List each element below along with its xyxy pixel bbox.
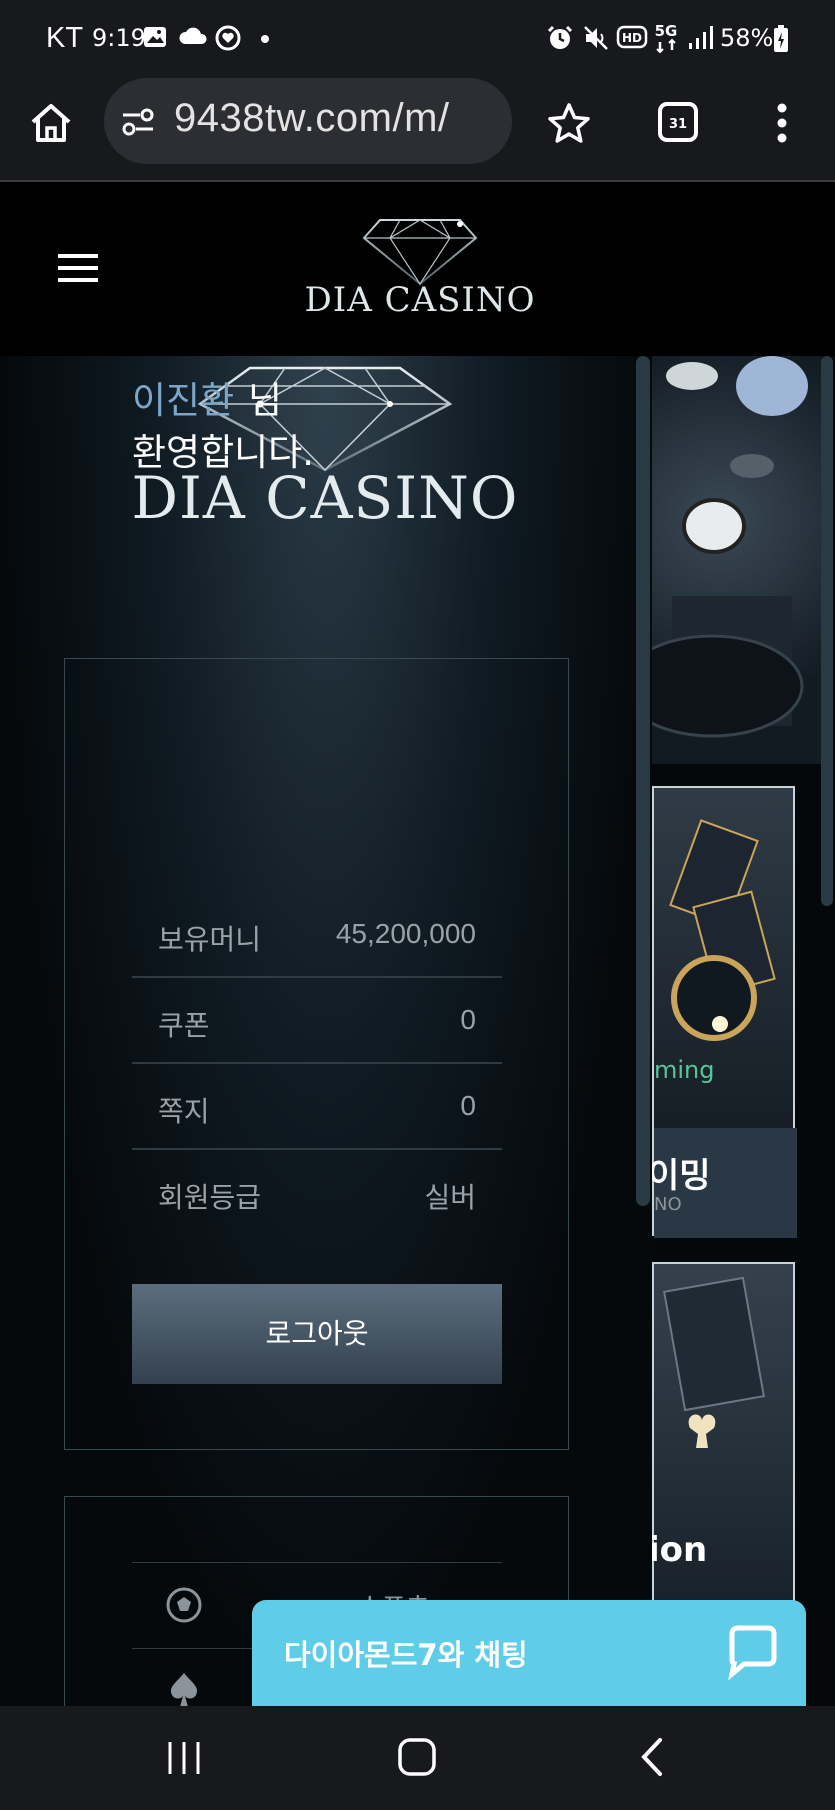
back-icon[interactable] bbox=[636, 1736, 666, 1778]
network-5g-icon: 5G bbox=[655, 22, 678, 54]
chat-label: 다이아몬드7와 채팅 bbox=[284, 1638, 528, 1672]
hd-icon: HD bbox=[616, 25, 648, 49]
carrier-label: KT bbox=[46, 22, 84, 54]
alarm-icon bbox=[547, 25, 573, 49]
more-menu-icon[interactable] bbox=[770, 100, 794, 146]
url-text[interactable]: 9438tw.com/m/ bbox=[174, 96, 450, 141]
svg-text:5G: 5G bbox=[655, 22, 678, 40]
logout-button[interactable]: 로그아웃 bbox=[132, 1284, 502, 1384]
page-scrollbar[interactable] bbox=[821, 356, 833, 906]
user-name-suffix: 님 bbox=[248, 379, 283, 422]
browser-toolbar: 9438tw.com/m/ 31 bbox=[0, 78, 835, 182]
sync-heart-icon bbox=[215, 25, 241, 51]
level-value: 실버 bbox=[424, 1182, 476, 1213]
info-row-messages[interactable]: 쪽지 0 bbox=[132, 1064, 502, 1150]
battery-charging-icon bbox=[774, 25, 788, 52]
header-logo-text: DIA CASINO bbox=[304, 280, 536, 320]
home-icon[interactable] bbox=[28, 100, 74, 146]
level-label: 회원등급 bbox=[158, 1181, 262, 1214]
promo-banner-image bbox=[652, 356, 822, 764]
site-settings-icon[interactable] bbox=[120, 104, 156, 140]
game-card-2-title: ion bbox=[652, 1530, 708, 1570]
tabs-switcher-icon[interactable]: 31 bbox=[656, 100, 700, 144]
hamburger-menu-icon[interactable] bbox=[56, 250, 100, 286]
gallery-icon bbox=[144, 27, 166, 47]
bookmark-star-icon[interactable] bbox=[546, 100, 592, 146]
casino-chips-icon bbox=[652, 356, 808, 738]
game-card-1-title: 이밍 bbox=[652, 1156, 711, 1196]
battery-percent: 58% bbox=[720, 24, 774, 52]
info-row-coupon: 쿠폰 0 bbox=[132, 978, 502, 1064]
panel-scrollbar[interactable] bbox=[636, 356, 650, 1206]
system-navigation-bar bbox=[0, 1706, 835, 1810]
chat-bubble-icon bbox=[728, 1625, 777, 1680]
home-button-icon[interactable] bbox=[396, 1736, 438, 1778]
welcome-message: 환영합니다. bbox=[132, 431, 314, 474]
messages-label: 쪽지 bbox=[158, 1095, 210, 1128]
svg-text:31: 31 bbox=[669, 117, 687, 132]
notification-dot-icon bbox=[261, 35, 269, 43]
signal-icon bbox=[689, 26, 713, 49]
balance-value: 45,200,000 bbox=[335, 918, 476, 949]
spade-icon bbox=[170, 1673, 198, 1707]
status-time: 9:19 bbox=[92, 24, 146, 52]
svg-text:ming: ming bbox=[654, 1056, 715, 1084]
balance-label: 보유머니 bbox=[158, 923, 262, 956]
svg-text:HD: HD bbox=[622, 31, 642, 45]
recent-apps-icon[interactable] bbox=[164, 1738, 204, 1778]
game-card-1[interactable]: ming 이밍 NO bbox=[652, 786, 797, 1238]
main-content: DIA CASINO 이진환 님 환영합니다. 보유머니 45,200,000 … bbox=[0, 356, 835, 1756]
user-name: 이진환 bbox=[132, 379, 235, 422]
playing-cards-icon bbox=[663, 1276, 765, 1448]
info-row-level: 회원등급 실버 bbox=[132, 1150, 502, 1236]
soccer-ball-icon bbox=[166, 1587, 202, 1623]
messages-value: 0 bbox=[460, 1090, 476, 1121]
background-page: ming 이밍 NO ion bbox=[652, 356, 835, 1706]
cards-chip-icon: ming bbox=[654, 819, 776, 1084]
coupon-value: 0 bbox=[460, 1004, 476, 1035]
mute-icon bbox=[584, 26, 608, 50]
site-header: DIA CASINO bbox=[0, 182, 835, 356]
header-logo[interactable]: DIA CASINO bbox=[290, 214, 550, 334]
status-bar: KT 9:19 HD 5G 58% bbox=[0, 0, 835, 78]
chat-widget[interactable]: 다이아몬드7와 채팅 bbox=[252, 1600, 806, 1710]
info-row-balance: 보유머니 45,200,000 bbox=[132, 892, 502, 978]
game-card-1-subtitle: NO bbox=[654, 1194, 682, 1215]
cloud-icon bbox=[179, 27, 207, 44]
coupon-label: 쿠폰 bbox=[158, 1009, 210, 1042]
